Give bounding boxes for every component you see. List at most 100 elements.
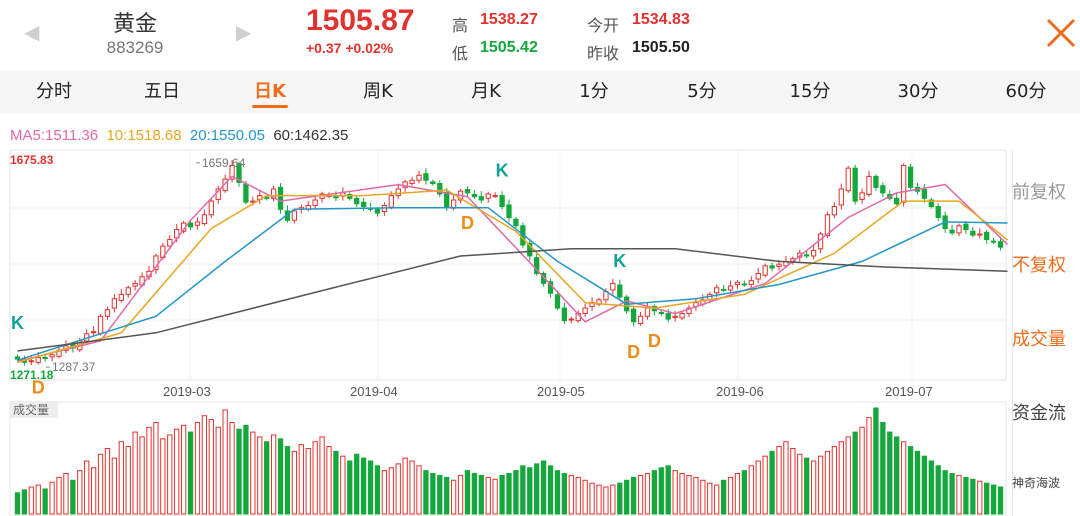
volume-bar <box>824 450 831 515</box>
candle-body <box>243 183 249 203</box>
candle-body <box>776 263 782 267</box>
volume-bar <box>402 457 408 515</box>
volume-bar <box>804 457 810 515</box>
ma20-line <box>17 206 1008 361</box>
open-label: 今开 <box>587 16 620 35</box>
tab-daily-k[interactable]: 日K <box>216 70 324 114</box>
tab-15min[interactable]: 15分 <box>756 70 864 114</box>
arrow-right-icon[interactable]: ▶ <box>236 20 251 44</box>
candle-body <box>478 196 484 201</box>
candle-body <box>610 282 616 291</box>
candle-body <box>194 221 201 226</box>
candle-body <box>873 175 879 188</box>
volume-bar <box>444 476 450 515</box>
candle-body <box>894 197 900 205</box>
volume-bar <box>430 473 436 515</box>
volume-bar <box>880 421 886 515</box>
candle-body <box>984 231 990 240</box>
candle-body <box>430 181 436 185</box>
candle-body <box>748 280 754 285</box>
volume-bar <box>360 457 367 515</box>
x-tick-label: 2019-03 <box>163 384 211 399</box>
volume-bar <box>963 476 969 515</box>
side-item-qianfuquan[interactable]: 前复权 <box>1012 178 1080 204</box>
volume-bar <box>741 470 748 515</box>
candle-body <box>14 356 21 360</box>
tab-60min[interactable]: 60分 <box>972 70 1080 114</box>
ma-lines <box>17 175 1009 364</box>
volume-bar <box>312 441 318 515</box>
candle-body <box>970 230 976 236</box>
signal-k: K <box>11 313 24 333</box>
volume-bar <box>928 460 934 515</box>
tab-1min[interactable]: 1分 <box>540 70 648 114</box>
volume-bar <box>810 460 817 515</box>
volume-bar <box>340 455 346 515</box>
candle-body <box>637 315 644 324</box>
volume-bar <box>56 476 62 515</box>
volume-bar <box>118 441 124 515</box>
candle-body <box>714 287 720 294</box>
x-tick-label: 2019-06 <box>716 384 764 399</box>
side-item-bufuquan[interactable]: 不复权 <box>1012 251 1080 277</box>
change-percent: +0.02% <box>345 40 394 56</box>
kline-chart[interactable]: DKKDKKDDK 1659.641287.37 2019-032019-042… <box>0 148 1010 516</box>
side-item-shenqihaibo[interactable]: 神奇海波 <box>1012 474 1080 491</box>
volume-bars <box>14 407 1004 515</box>
candle-body <box>90 331 97 334</box>
volume-bar <box>700 479 706 515</box>
candle-body <box>921 189 928 199</box>
ma10-line <box>17 189 1008 364</box>
candle-body <box>866 175 872 196</box>
candle-body <box>769 265 775 269</box>
tab-weekly-k[interactable]: 周K <box>324 70 432 114</box>
candle-body <box>644 307 651 317</box>
side-item-chengjiaoliang[interactable]: 成交量 <box>1012 325 1080 351</box>
prev-close-value: 1505.50 <box>632 39 690 56</box>
volume-bar <box>132 431 138 515</box>
candle-body <box>838 188 844 206</box>
volume-bar <box>416 465 422 515</box>
volume-bar <box>859 426 865 515</box>
volume-bar <box>845 436 851 515</box>
candle-body <box>582 307 588 315</box>
candle-body <box>444 191 450 208</box>
price-change: +0.37 +0.02% <box>306 40 393 56</box>
volume-bar <box>174 428 180 515</box>
candle-body <box>762 265 768 276</box>
low-label: 低 <box>452 44 469 63</box>
side-item-zijinliu[interactable]: 资金流 <box>1012 399 1080 425</box>
volume-bar <box>42 488 48 515</box>
candle-body <box>852 167 858 202</box>
volume-bar <box>852 431 858 515</box>
signal-k: K <box>496 161 509 181</box>
signal-d: D <box>461 213 474 233</box>
tab-fenshi[interactable]: 分时 <box>0 70 108 114</box>
volume-bar <box>250 431 256 515</box>
tab-5min[interactable]: 5分 <box>648 70 756 114</box>
tab-30min[interactable]: 30分 <box>864 70 972 114</box>
volume-bar <box>984 482 990 515</box>
close-x-icon[interactable] <box>1044 16 1078 50</box>
candle-body <box>499 195 505 208</box>
x-tick-label: 2019-04 <box>350 384 398 399</box>
candle-body <box>250 200 256 203</box>
volume-bar <box>326 446 332 515</box>
candle-body <box>423 173 429 181</box>
candle-body <box>880 185 886 194</box>
candle-body <box>416 174 422 181</box>
tab-wuri[interactable]: 五日 <box>108 70 216 114</box>
volume-bar <box>942 470 948 515</box>
volume-bar <box>748 465 754 515</box>
candle-body <box>810 249 817 257</box>
volume-bar <box>146 426 152 515</box>
volume-bar <box>630 476 637 515</box>
arrow-left-icon[interactable]: ◀ <box>24 20 39 44</box>
candle-body <box>97 315 104 334</box>
volume-bar <box>111 457 118 515</box>
volume-bar <box>734 473 741 515</box>
volume-bar <box>797 453 803 515</box>
tab-monthly-k[interactable]: 月K <box>432 70 540 114</box>
volume-bar <box>534 463 540 515</box>
volume-bar <box>437 474 443 515</box>
